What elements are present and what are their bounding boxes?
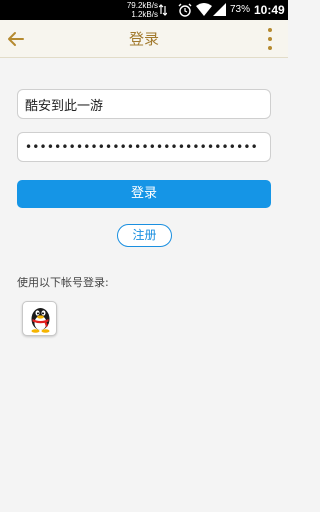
clock: 10:49 xyxy=(254,3,285,17)
data-transfer-icon xyxy=(159,4,167,16)
upload-speed: 79.2kB/s xyxy=(126,1,158,10)
cell-signal-icon xyxy=(213,3,226,16)
password-field[interactable]: •••••••••••••••••••••••••••••••• xyxy=(17,132,271,162)
download-speed: 1.2kB/s xyxy=(131,10,158,19)
title-bar: 登录 xyxy=(0,20,288,58)
alarm-clock-icon xyxy=(178,3,192,17)
qq-penguin-icon xyxy=(31,308,50,333)
page-title: 登录 xyxy=(128,30,159,48)
network-speed: 79.2kB/s 1.2kB/s xyxy=(122,1,158,19)
wifi-icon xyxy=(196,3,212,16)
status-bar: 79.2kB/s 1.2kB/s 73% 10:49 xyxy=(0,0,288,20)
login-button[interactable]: 登录 xyxy=(17,180,271,208)
back-arrow-icon[interactable] xyxy=(6,29,26,49)
username-field[interactable] xyxy=(17,89,271,119)
register-button[interactable]: 注册 xyxy=(117,224,172,247)
qq-login-button[interactable] xyxy=(22,301,57,336)
third-party-login-label: 使用以下帐号登录: xyxy=(17,276,109,289)
battery-percent: 73% xyxy=(230,4,251,15)
more-options-icon[interactable] xyxy=(264,26,276,52)
